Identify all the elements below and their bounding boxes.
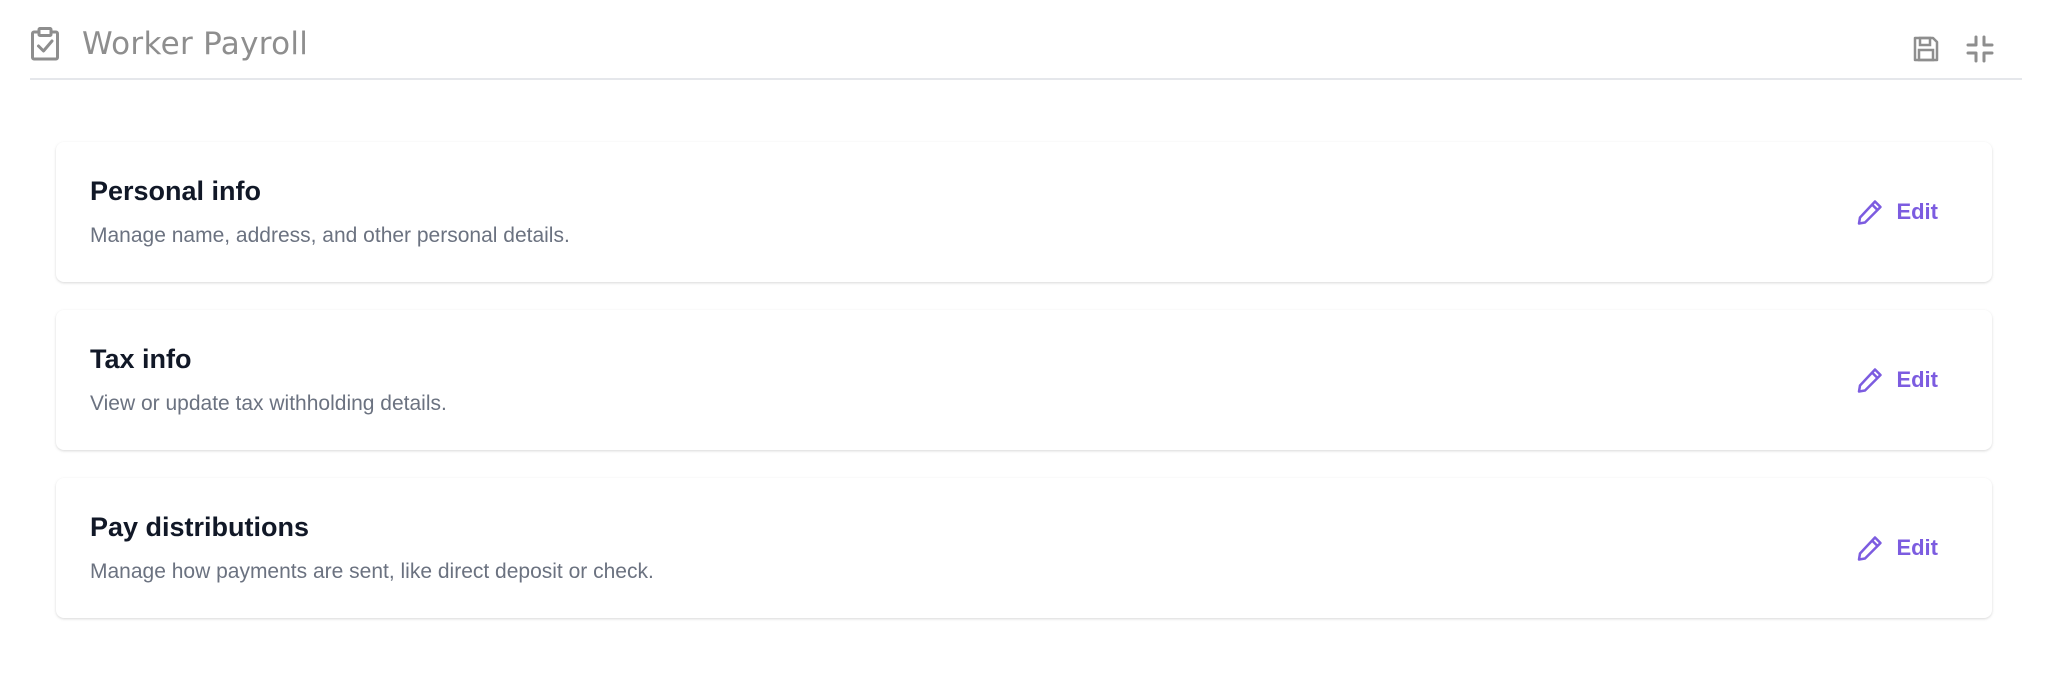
save-button[interactable] (1910, 33, 1942, 65)
floppy-disk-icon (1913, 36, 1939, 62)
edit-tax-info-button[interactable]: Edit (1856, 366, 1938, 394)
page-header: Worker Payroll (30, 0, 2022, 80)
pencil-icon (1858, 200, 1883, 225)
section-description: Manage how payments are sent, like direc… (90, 560, 654, 583)
header-actions (1910, 33, 1996, 65)
header-title-group: Worker Payroll (30, 26, 308, 62)
edit-personal-info-button[interactable]: Edit (1856, 198, 1938, 226)
minimize-button[interactable] (1964, 33, 1996, 65)
section-description: Manage name, address, and other personal… (90, 224, 570, 247)
pencil-icon (1858, 536, 1883, 561)
section-description: View or update tax withholding details. (90, 392, 447, 415)
section-list: Personal info Manage name, address, and … (56, 142, 1992, 646)
section-title: Pay distributions (90, 512, 310, 542)
edit-label: Edit (1896, 535, 1938, 560)
collapse-arrows-icon (1966, 35, 1994, 63)
edit-label: Edit (1896, 199, 1938, 224)
edit-pay-distributions-button[interactable]: Edit (1856, 534, 1938, 562)
clipboard-check-icon (31, 27, 59, 61)
section-card-tax-info: Tax info View or update tax withholding … (56, 310, 1992, 450)
page-title: Worker Payroll (82, 26, 309, 62)
section-card-personal-info: Personal info Manage name, address, and … (56, 142, 1992, 282)
section-card-pay-distributions: Pay distributions Manage how payments ar… (56, 478, 1992, 618)
edit-label: Edit (1896, 367, 1938, 392)
section-title: Tax info (90, 344, 192, 374)
section-title: Personal info (90, 176, 262, 206)
pencil-icon (1858, 368, 1883, 393)
